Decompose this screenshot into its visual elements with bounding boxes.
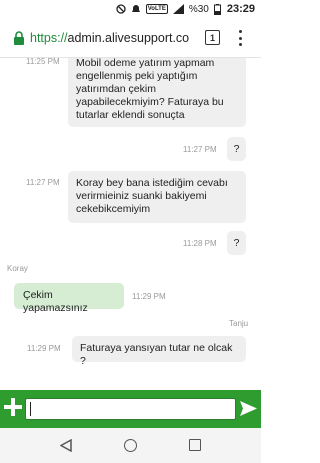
message-text-line: tutarlar eklendi sonuçta [76, 109, 185, 121]
text-cursor [30, 402, 31, 416]
message-text-line: yatırımdan çekim [76, 83, 156, 95]
message-bubble: ? [227, 137, 246, 161]
message-text-line: yapabilecekmiyim? Faturaya bu [76, 96, 224, 108]
url-host: admin.alivesupport.co [67, 30, 190, 45]
message-text-line: engellenmiş peki yaptığım [76, 70, 198, 82]
message-text-line: Mobil odeme yatırım yapmam [76, 58, 215, 69]
message-input[interactable] [25, 398, 236, 420]
signal-icon [172, 4, 184, 14]
message-text-line: verirmieiniz suanki bakiyemi [76, 190, 207, 202]
message-text-line: Koray bey bana istediğim cevabı [76, 177, 228, 189]
message-text: ? [233, 143, 240, 155]
message-text: ? [233, 237, 240, 249]
nav-home-icon[interactable] [124, 439, 137, 452]
chat-transcript[interactable]: 11:25 PM Mobil odeme yatırım yapmam enge… [0, 58, 261, 390]
message-text-line: cekebikcemiyim [76, 203, 151, 215]
status-bar: VoLTE %30 23:29 [0, 0, 261, 18]
battery-percent: %30 [188, 3, 209, 15]
message-time: 11:29 PM [132, 292, 166, 301]
volte-badge: VoLTE [145, 4, 168, 14]
alarm-icon [131, 4, 141, 14]
more-vert-icon[interactable] [236, 28, 244, 48]
browser-toolbar: https://admin.alivesupport.co 1 [0, 18, 261, 58]
message-text: Çekim yapamazsınız [23, 289, 88, 314]
plus-icon[interactable] [3, 397, 23, 417]
message-time: 11:25 PM [26, 58, 60, 66]
sender-name: Tanju [229, 319, 249, 328]
message-bubble: Koray bey bana istediğim cevabı verirmie… [68, 171, 246, 223]
battery-icon [213, 3, 221, 15]
clock: 23:29 [226, 3, 255, 15]
url-scheme: https:// [30, 30, 68, 45]
message-time: 11:29 PM [27, 344, 61, 353]
nav-back-icon[interactable] [59, 438, 72, 453]
address-bar[interactable]: https://admin.alivesupport.co [30, 31, 200, 45]
message-bubble-support: Çekim yapamazsınız [14, 283, 124, 314]
message-time: 11:27 PM [183, 145, 217, 154]
message-time: 11:28 PM [183, 239, 217, 248]
system-nav-bar [0, 428, 261, 463]
nav-recent-icon[interactable] [189, 439, 201, 451]
message-composer [0, 390, 261, 428]
sender-name: Koray [7, 264, 28, 273]
mute-icon [116, 4, 126, 14]
message-bubble: Faturaya yansıyan tutar ne olcak ? [72, 336, 246, 367]
message-bubble: ? [227, 231, 246, 255]
message-time: 11:27 PM [26, 178, 60, 187]
tabs-button[interactable]: 1 [205, 30, 220, 45]
message-bubble: Mobil odeme yatırım yapmam engellenmiş p… [68, 58, 246, 127]
message-text: Faturaya yansıyan tutar ne olcak ? [80, 342, 233, 367]
lock-icon [13, 30, 25, 45]
send-icon[interactable] [239, 399, 258, 418]
